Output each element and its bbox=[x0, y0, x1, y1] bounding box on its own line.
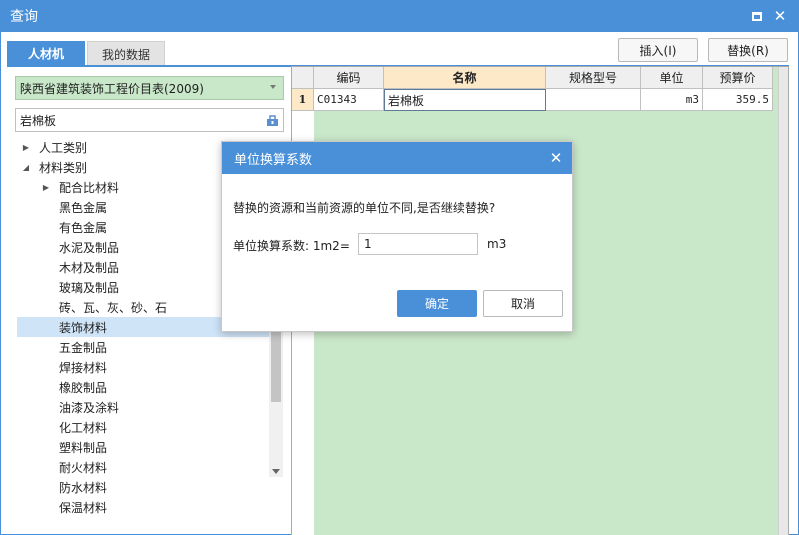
chevron-down-icon bbox=[270, 85, 276, 89]
tree-item[interactable]: 耐火材料 bbox=[17, 457, 269, 477]
grid-header-spec[interactable]: 规格型号 bbox=[546, 67, 641, 89]
cell-code[interactable]: C01343 bbox=[314, 89, 384, 111]
tree-item[interactable]: 保温材料 bbox=[17, 497, 269, 517]
tree-item-label: 砖、瓦、灰、砂、石 bbox=[59, 300, 168, 315]
conversion-factor-label: 单位换算系数: 1m2= bbox=[233, 239, 350, 253]
chevron-down-icon[interactable]: ◢ bbox=[21, 162, 31, 172]
conversion-factor-input[interactable]: 1 bbox=[358, 233, 478, 255]
dialog-close-button[interactable]: ✕ bbox=[548, 149, 564, 167]
grid-header-code[interactable]: 编码 bbox=[314, 67, 384, 89]
tab-my-data[interactable]: 我的数据 bbox=[87, 41, 165, 66]
conversion-unit: m3 bbox=[487, 237, 507, 251]
cancel-button[interactable]: 取消 bbox=[483, 290, 563, 317]
tab-bar: 人材机 我的数据 bbox=[7, 41, 165, 66]
tree-item-label: 化工材料 bbox=[59, 420, 108, 435]
tree-item-label: 配合比材料 bbox=[59, 180, 120, 195]
tree-item-label: 防水材料 bbox=[59, 480, 108, 495]
search-input-value: 岩棉板 bbox=[20, 113, 57, 128]
replace-button[interactable]: 替换(R) bbox=[708, 38, 788, 62]
chevron-right-icon[interactable]: ▶ bbox=[21, 142, 31, 152]
tree-item[interactable]: 塑料制品 bbox=[17, 437, 269, 457]
cell-price[interactable]: 359.5 bbox=[703, 89, 773, 111]
tree-item[interactable]: 防水材料 bbox=[17, 477, 269, 497]
tree-item-label: 黑色金属 bbox=[59, 200, 108, 215]
search-icon[interactable] bbox=[261, 109, 283, 131]
maximize-icon bbox=[752, 11, 762, 21]
grid-header-unit[interactable]: 单位 bbox=[641, 67, 703, 89]
tree-item-label: 五金制品 bbox=[59, 340, 108, 355]
tree-item-label: 装饰材料 bbox=[59, 320, 108, 335]
window-title: 查询 bbox=[10, 9, 38, 25]
tree-item-label: 水泥及制品 bbox=[59, 240, 120, 255]
close-icon: ✕ bbox=[773, 7, 787, 25]
ok-button[interactable]: 确定 bbox=[397, 290, 477, 317]
tree-item[interactable]: 化工材料 bbox=[17, 417, 269, 437]
tree-item-label: 焊接材料 bbox=[59, 360, 108, 375]
tree-item-label: 塑料制品 bbox=[59, 440, 108, 455]
tab-materials[interactable]: 人材机 bbox=[7, 41, 85, 66]
tree-item[interactable]: 油漆及涂料 bbox=[17, 397, 269, 417]
close-icon: ✕ bbox=[549, 149, 563, 167]
tree-item-label: 木材及制品 bbox=[59, 260, 120, 275]
library-select-value: 陕西省建筑装饰工程价目表(2009) bbox=[20, 81, 204, 96]
cell-spec[interactable] bbox=[546, 89, 641, 111]
tree-item[interactable]: 橡胶制品 bbox=[17, 377, 269, 397]
close-window-button[interactable]: ✕ bbox=[772, 7, 788, 25]
tree-item-label: 人工类别 bbox=[39, 140, 88, 155]
scroll-down-icon[interactable] bbox=[272, 469, 280, 474]
insert-button[interactable]: 插入(I) bbox=[618, 38, 698, 62]
title-bar: 查询 ✕ bbox=[0, 0, 799, 32]
tree-item-label: 保温材料 bbox=[59, 500, 108, 515]
dialog-title: 单位换算系数 bbox=[234, 152, 313, 168]
grid-header-price[interactable]: 预算价 bbox=[703, 67, 773, 89]
cell-name[interactable]: 岩棉板 bbox=[384, 89, 546, 111]
grid-header-name[interactable]: 名称 bbox=[384, 67, 546, 89]
tree-item-label: 玻璃及制品 bbox=[59, 280, 120, 295]
grid-header-rownum bbox=[292, 67, 314, 89]
tree-item-label: 耐火材料 bbox=[59, 460, 108, 475]
cell-unit[interactable]: m3 bbox=[641, 89, 703, 111]
grid-scrollbar[interactable] bbox=[778, 67, 788, 535]
unit-conversion-dialog: 单位换算系数 ✕ 替换的资源和当前资源的单位不同,是否继续替换? 单位换算系数:… bbox=[221, 141, 573, 332]
tree-item[interactable]: 五金制品 bbox=[17, 337, 269, 357]
tree-item-label: 有色金属 bbox=[59, 220, 108, 235]
row-number: 1 bbox=[292, 89, 314, 111]
search-input[interactable]: 岩棉板 bbox=[15, 108, 284, 132]
tree-item-label: 橡胶制品 bbox=[59, 380, 108, 395]
tree-item-label: 材料类别 bbox=[39, 160, 88, 175]
grid-header: 编码 名称 规格型号 单位 预算价 bbox=[292, 67, 773, 89]
tree-item[interactable]: 焊接材料 bbox=[17, 357, 269, 377]
table-row[interactable]: 1 C01343 岩棉板 m3 359.5 bbox=[292, 89, 773, 111]
library-select[interactable]: 陕西省建筑装饰工程价目表(2009) bbox=[15, 76, 284, 100]
maximize-button[interactable] bbox=[749, 8, 765, 24]
tree-item-label: 油漆及涂料 bbox=[59, 400, 120, 415]
chevron-right-icon[interactable]: ▶ bbox=[41, 182, 51, 192]
dialog-message: 替换的资源和当前资源的单位不同,是否继续替换? bbox=[233, 201, 496, 215]
dialog-title-bar: 单位换算系数 bbox=[222, 142, 572, 174]
